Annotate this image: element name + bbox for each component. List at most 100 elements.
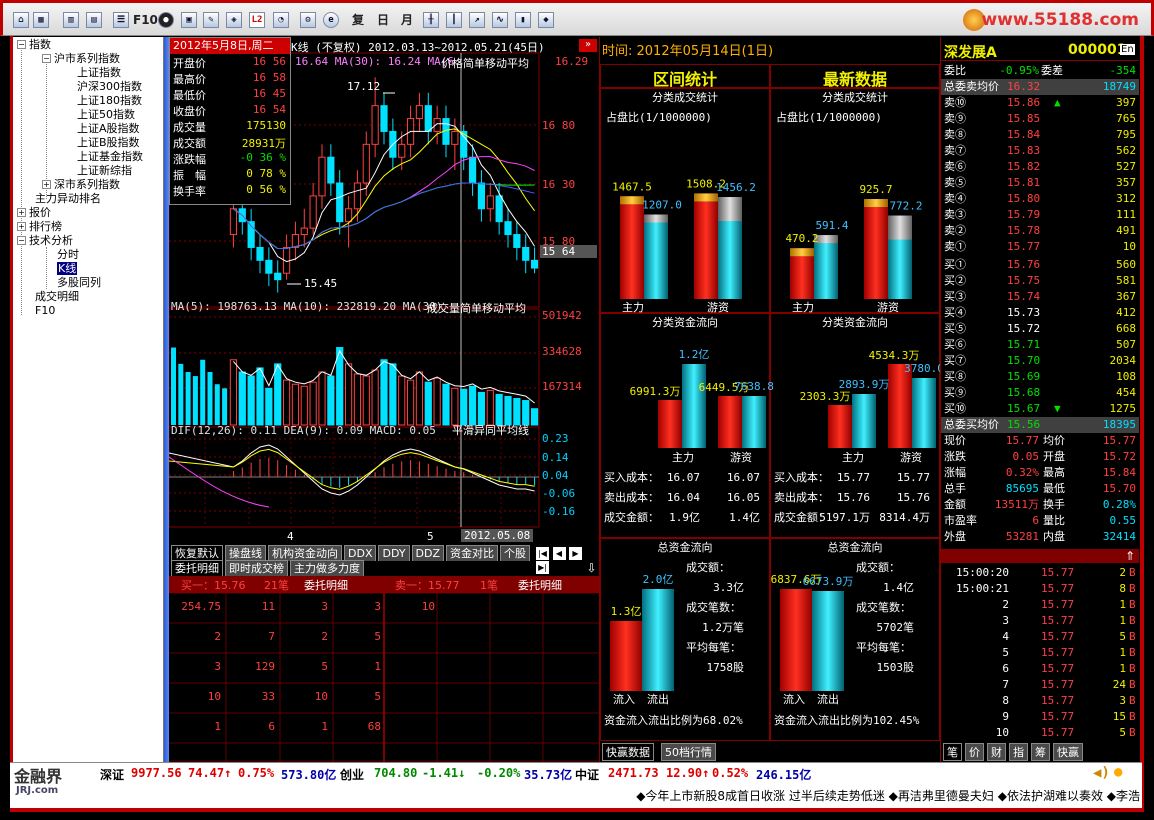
bar-cap [790, 248, 814, 257]
pin-icon[interactable]: ⇩ [585, 561, 598, 575]
tree-item-sh-new[interactable]: 上证新综指 [77, 164, 132, 178]
next-icon[interactable]: ▶ [569, 547, 582, 560]
tab-scroll[interactable]: |◀ ◀ ▶ ▶| [536, 546, 598, 574]
home-icon[interactable]: ⌂ [13, 12, 29, 28]
bar-icon[interactable]: ┃ [446, 12, 462, 28]
subtab-1[interactable]: 即时成交榜 [225, 560, 288, 576]
rss-icon[interactable]: ◔ [273, 12, 289, 28]
tree-item-kline[interactable]: K线 [57, 262, 78, 275]
quote-tab-2[interactable]: 财 [987, 743, 1006, 761]
tree-item-ranking[interactable]: 排行榜 [29, 220, 62, 234]
tab-6[interactable]: 资金对比 [446, 545, 499, 561]
tab-1[interactable]: 操盘线 [225, 545, 266, 561]
first-icon[interactable]: |◀ [536, 547, 549, 560]
english-toggle[interactable]: En [1120, 44, 1135, 55]
volume-ma-label: 成交量简单移动平均 [427, 302, 526, 315]
box-icon[interactable]: ◆ [538, 12, 554, 28]
tree-item-sh-b[interactable]: 上证B股指数 [77, 136, 140, 150]
month-button[interactable]: 月 [401, 12, 413, 28]
tab-4[interactable]: DDY [378, 545, 410, 561]
quote-tab-5[interactable]: 快赢 [1053, 743, 1083, 761]
tree-item-sh-fund[interactable]: 上证基金指数 [77, 150, 143, 164]
l2-button[interactable]: L2 [249, 12, 265, 28]
tree-item-sh180[interactable]: 上证180指数 [77, 94, 142, 108]
f10-button[interactable]: F10 [133, 12, 158, 28]
subtab-2[interactable]: 主力做多力度 [290, 560, 364, 576]
expand-right-icon[interactable]: » [579, 39, 597, 52]
news-icon[interactable]: ▣ [181, 12, 197, 28]
edit-icon[interactable]: ✎ [203, 12, 219, 28]
tree-item-tech[interactable]: 技术分析 [29, 234, 73, 248]
tab-50-depth[interactable]: 50档行情 [661, 743, 716, 761]
tab-7[interactable]: 个股 [500, 545, 531, 561]
tab-5[interactable]: DDZ [411, 545, 445, 561]
quote-tab-1[interactable]: 价 [965, 743, 984, 761]
tree-item-hs300[interactable]: 沪深300指数 [77, 80, 142, 94]
trend-icon[interactable]: ↗ [469, 12, 485, 28]
quote-cell: 15.77 [1041, 694, 1075, 707]
tree-item-f10[interactable]: F10 [35, 304, 55, 318]
tree-item-sh-composite[interactable]: 上证指数 [77, 66, 121, 80]
quote-cell: 10 [995, 726, 1009, 739]
last-icon[interactable]: ▶| [536, 561, 549, 574]
day-button[interactable]: 日 [377, 12, 389, 28]
list-icon[interactable]: ☰ [113, 12, 129, 28]
quote-cell: 总委卖均价 [944, 80, 999, 93]
tree-item-multi[interactable]: 多股同列 [57, 276, 101, 290]
chart-icon[interactable]: ▥ [63, 12, 79, 28]
expand-icon[interactable]: + [42, 180, 51, 189]
tree-item-sh50[interactable]: 上证50指数 [77, 108, 135, 122]
bulb-icon[interactable]: ● [1114, 764, 1122, 780]
quote-tab-4[interactable]: 筹 [1031, 743, 1050, 761]
expand-icon[interactable]: + [17, 222, 26, 231]
bar-value: 1456.2 [716, 181, 756, 194]
tree-item-sz-series[interactable]: 深市系列指数 [54, 178, 120, 192]
tree-item-sh-series[interactable]: 沪市系列指数 [54, 52, 120, 66]
cube-icon[interactable]: ◈ [226, 12, 242, 28]
news-ticker[interactable]: ◆今年上市新股8成首日收涨 过半后续走势低迷 ◆再洁弗里德曼夫妇 ◆依法护湖难以… [105, 786, 1140, 806]
speaker-icon[interactable]: ◀) [1093, 765, 1110, 781]
tree-item-intraday[interactable]: 分时 [57, 248, 79, 262]
grid-icon[interactable]: ▦ [33, 12, 49, 28]
quote-cell: 397 [1116, 96, 1136, 109]
browser-icon[interactable]: e [323, 12, 339, 28]
quote-cell: 卖⑦ [944, 144, 966, 157]
volume-readout: MA(5): 198763.13 MA(10): 232819.20 MA(30… [171, 300, 443, 313]
quote-cell: 15.84 [1102, 466, 1136, 479]
candle [318, 156, 326, 197]
tree-item-sh-a[interactable]: 上证A股指数 [77, 122, 140, 136]
tab-2[interactable]: 机构资金动向 [268, 545, 342, 561]
settings-icon[interactable]: ⚙ [300, 12, 316, 28]
record-icon[interactable]: ● [158, 12, 174, 28]
volume-bar [300, 385, 308, 426]
bar [658, 400, 682, 448]
line-chart-icon[interactable]: ∿ [492, 12, 508, 28]
order-cell: 5 [321, 660, 328, 673]
fuquan-button[interactable]: 复 [352, 12, 364, 28]
kline-icon[interactable]: ╫ [423, 12, 439, 28]
kline-panel[interactable]: K线 (不复权) 2012.03.13~2012.05.21(45日) » 16… [169, 37, 599, 543]
bar [620, 196, 644, 299]
tab-3[interactable]: DDX [344, 545, 377, 561]
tree-item-index[interactable]: 指数 [29, 38, 51, 52]
prev-icon[interactable]: ◀ [552, 547, 566, 560]
quote-tab-0[interactable]: 笔 [943, 743, 962, 761]
collapse-icon[interactable]: − [42, 54, 51, 63]
scroll-top-icon[interactable]: ⇑ [941, 549, 1139, 563]
quote-cell: 委比 [944, 64, 966, 77]
collapse-icon[interactable]: − [17, 40, 26, 49]
tab-0[interactable]: 恢复默认 [171, 545, 223, 561]
column-chart-icon[interactable]: ▮ [515, 12, 531, 28]
table-icon[interactable]: ▤ [86, 12, 102, 28]
tab-kuaiying[interactable]: 快赢数据 [602, 743, 654, 761]
bar-label: 主力 [622, 301, 644, 314]
cost-value: 1.9亿 [669, 511, 700, 524]
collapse-icon[interactable]: − [17, 236, 26, 245]
expand-icon[interactable]: + [17, 208, 26, 217]
tree-item-main-force[interactable]: 主力异动排名 [35, 192, 101, 206]
window-frame-right [1140, 0, 1144, 812]
tree-item-trades[interactable]: 成交明细 [35, 290, 79, 304]
quote-tab-3[interactable]: 指 [1009, 743, 1028, 761]
subtab-0[interactable]: 委托明细 [171, 560, 223, 576]
tree-item-quote[interactable]: 报价 [29, 206, 51, 220]
